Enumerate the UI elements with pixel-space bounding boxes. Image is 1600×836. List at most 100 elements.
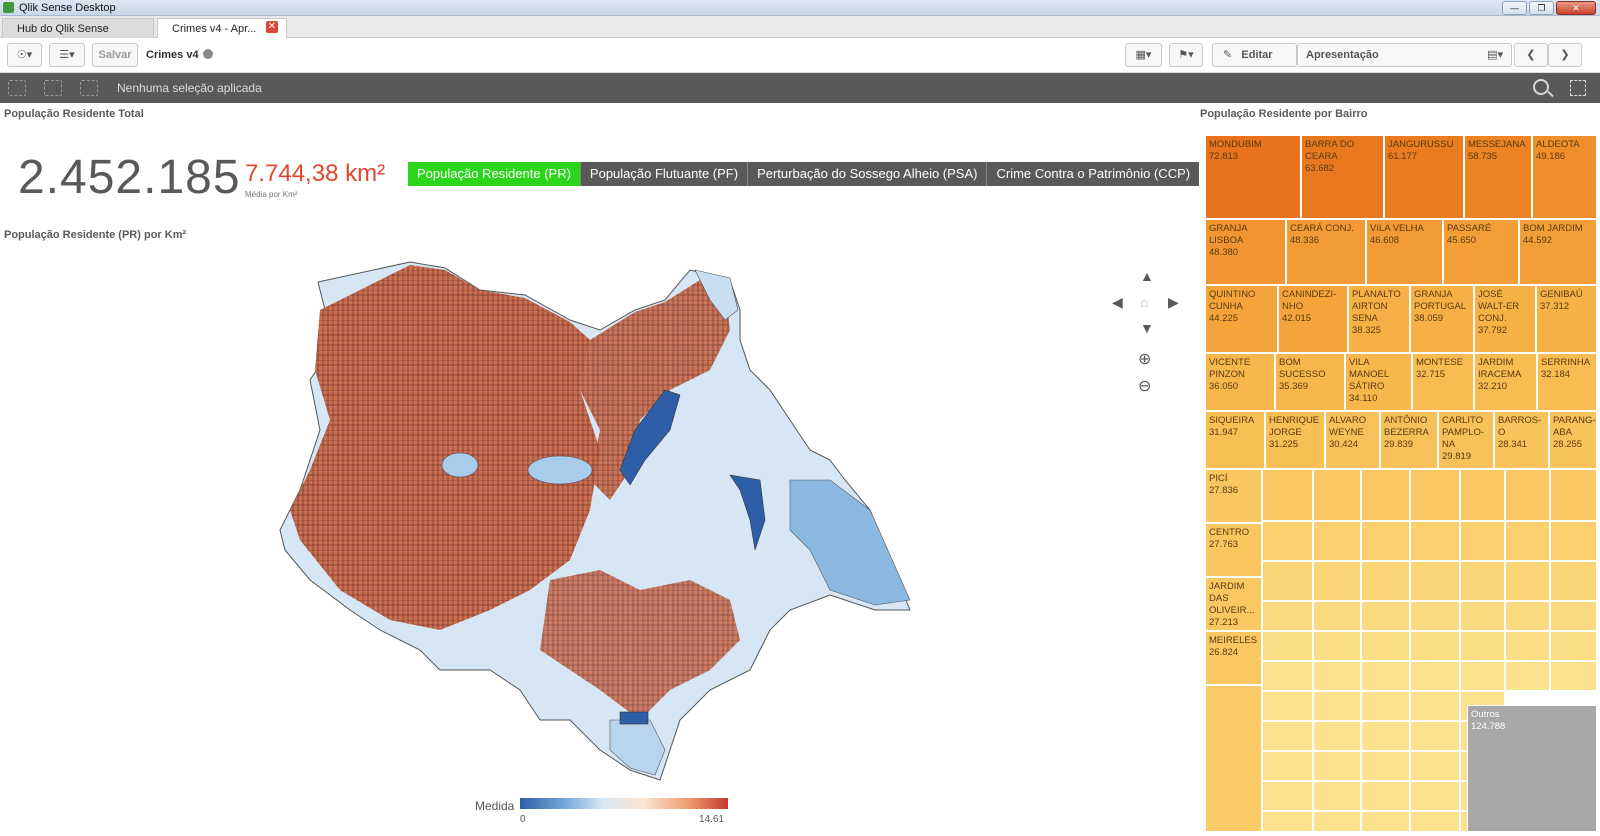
- treemap-cell-unlabeled[interactable]: [1361, 721, 1410, 751]
- treemap-cell-unlabeled[interactable]: [1505, 631, 1550, 661]
- step-forward-icon[interactable]: [44, 80, 62, 96]
- treemap-cell[interactable]: VILA VELHA 46.608: [1366, 219, 1443, 285]
- zoom-out-icon[interactable]: ⊖: [1138, 376, 1151, 396]
- treemap-cell-unlabeled[interactable]: [1410, 469, 1460, 521]
- previous-sheet-button[interactable]: ❮: [1514, 43, 1548, 67]
- treemap-cell-unlabeled[interactable]: [1410, 781, 1460, 811]
- story-button[interactable]: ▦▾: [1125, 43, 1162, 67]
- treemap-cell-unlabeled[interactable]: [1460, 521, 1505, 561]
- treemap-cell-unlabeled[interactable]: [1361, 631, 1410, 661]
- treemap-cell[interactable]: PLANALTO AIRTON SENA 38.325: [1348, 285, 1410, 353]
- treemap-cell-unlabeled[interactable]: [1262, 751, 1313, 781]
- treemap-cell[interactable]: GRANJA LISBOA 48.380: [1205, 219, 1286, 285]
- treemap-cell-unlabeled[interactable]: [1262, 601, 1313, 631]
- pan-up-icon[interactable]: ▲: [1140, 268, 1154, 284]
- treemap-cell[interactable]: MONDUBIM 72.813: [1205, 135, 1301, 219]
- treemap-cell[interactable]: QUINTINO CUNHA 44.225: [1205, 285, 1278, 353]
- treemap-cell[interactable]: GENIBAÚ 37.312: [1536, 285, 1597, 353]
- presentation-sheet-selector[interactable]: Apresentação ▤▾: [1297, 43, 1512, 67]
- treemap-cell-unlabeled[interactable]: [1262, 561, 1313, 601]
- global-menu-button[interactable]: ☰▾: [49, 43, 85, 67]
- treemap-cell-unlabeled[interactable]: [1361, 691, 1410, 721]
- treemap-cell-unlabeled[interactable]: [1460, 469, 1505, 521]
- treemap-cell-unlabeled[interactable]: [1361, 601, 1410, 631]
- treemap-cell-unlabeled[interactable]: [1505, 601, 1550, 631]
- button-perturbacao[interactable]: Perturbação do Sossego Alheio (PSA): [748, 162, 988, 186]
- treemap-cell[interactable]: SIQUEIRA 31.947: [1205, 411, 1265, 469]
- treemap-cell[interactable]: SERRINHA 32.184: [1537, 353, 1597, 411]
- treemap-cell-unlabeled[interactable]: [1410, 561, 1460, 601]
- treemap-cell[interactable]: MEIRELES 26.824: [1205, 631, 1262, 685]
- treemap-cell[interactable]: MESSEJANA 58.735: [1464, 135, 1532, 219]
- treemap-cell[interactable]: JARDIM DAS OLIVEIR... 27.213: [1205, 577, 1262, 631]
- treemap-cell-unlabeled[interactable]: [1313, 469, 1361, 521]
- home-icon[interactable]: ⌂: [1140, 294, 1148, 310]
- treemap-cell-unlabeled[interactable]: [1505, 469, 1550, 521]
- treemap-cell-unlabeled[interactable]: [1460, 661, 1505, 691]
- treemap-cell-unlabeled[interactable]: [1410, 631, 1460, 661]
- treemap-cell[interactable]: PARANG-ABA 28.255: [1549, 411, 1597, 469]
- treemap-cell-unlabeled[interactable]: [1313, 781, 1361, 811]
- choropleth-map[interactable]: [270, 250, 940, 790]
- zoom-in-icon[interactable]: ⊕: [1138, 349, 1151, 369]
- treemap-cell-unlabeled[interactable]: [1505, 561, 1550, 601]
- treemap-cell-unlabeled[interactable]: [1460, 631, 1505, 661]
- treemap-cell-unlabeled[interactable]: [1361, 781, 1410, 811]
- treemap-cell-unlabeled[interactable]: [1262, 781, 1313, 811]
- treemap-cell-unlabeled[interactable]: [1550, 631, 1597, 661]
- treemap-cell[interactable]: MONTESE 32.715: [1412, 353, 1474, 411]
- treemap-cell[interactable]: BARROS-O 28.341: [1494, 411, 1549, 469]
- treemap-cell-unlabeled[interactable]: [1313, 561, 1361, 601]
- treemap-cell[interactable]: PASSARÉ 45.650: [1443, 219, 1519, 285]
- treemap-cell-unlabeled[interactable]: [1361, 751, 1410, 781]
- treemap-cell-unlabeled[interactable]: [1550, 661, 1597, 691]
- treemap-cell-unlabeled[interactable]: [1410, 691, 1460, 721]
- treemap-cell-unlabeled[interactable]: [1361, 811, 1410, 832]
- treemap-cell[interactable]: GRANJA PORTUGAL 38.059: [1410, 285, 1474, 353]
- treemap-cell-unlabeled[interactable]: [1361, 561, 1410, 601]
- treemap-cell-unlabeled[interactable]: [1410, 521, 1460, 561]
- treemap-cell-unlabeled[interactable]: [1262, 521, 1313, 561]
- treemap-cell-unlabeled[interactable]: [1361, 469, 1410, 521]
- treemap-cell-unlabeled[interactable]: [1313, 691, 1361, 721]
- next-sheet-button[interactable]: ❯: [1548, 43, 1582, 67]
- treemap-cell[interactable]: CARLITO PAMPLO-NA 29.819: [1438, 411, 1494, 469]
- treemap-cell-unlabeled[interactable]: [1460, 561, 1505, 601]
- treemap-cell-unlabeled[interactable]: [1550, 601, 1597, 631]
- treemap-cell-unlabeled[interactable]: [1361, 521, 1410, 561]
- treemap-cell[interactable]: BARRA DO CEARA 63.682: [1301, 135, 1384, 219]
- treemap-cell-unlabeled[interactable]: [1505, 521, 1550, 561]
- treemap-cell-unlabeled[interactable]: [1262, 811, 1313, 832]
- treemap-cell-unlabeled[interactable]: [1262, 631, 1313, 661]
- treemap-cell-unlabeled[interactable]: [1550, 561, 1597, 601]
- treemap-cell[interactable]: CEARÁ CONJ. 48.336: [1286, 219, 1366, 285]
- treemap-cell-unlabeled[interactable]: [1262, 469, 1313, 521]
- treemap-cell-unlabeled[interactable]: [1410, 721, 1460, 751]
- treemap-cell[interactable]: JARDIM IRACEMA 32.210: [1474, 353, 1537, 411]
- treemap-chart[interactable]: MONDUBIM 72.813 BARRA DO CEARA 63.682 JANGUR…: [1205, 135, 1597, 832]
- minimize-icon[interactable]: —: [1502, 1, 1527, 15]
- treemap-cell-unlabeled[interactable]: [1410, 661, 1460, 691]
- treemap-cell[interactable]: ANTÔNIO BEZERRA 29.839: [1380, 411, 1438, 469]
- treemap-cell-unlabeled[interactable]: [1313, 601, 1361, 631]
- treemap-cell-unlabeled[interactable]: [1313, 631, 1361, 661]
- treemap-cell-unlabeled[interactable]: [1262, 721, 1313, 751]
- button-population-flutuante[interactable]: População Flutuante (PF): [580, 162, 749, 186]
- treemap-cell-unlabeled[interactable]: [1410, 811, 1460, 832]
- treemap-cell-unlabeled[interactable]: [1262, 661, 1313, 691]
- pan-right-icon[interactable]: ▶: [1168, 294, 1179, 311]
- restore-icon[interactable]: ❐: [1529, 1, 1554, 15]
- treemap-cell-unlabeled[interactable]: [1313, 751, 1361, 781]
- bookmark-button[interactable]: ⚑▾: [1169, 43, 1203, 67]
- pan-left-icon[interactable]: ◀: [1112, 294, 1123, 311]
- treemap-cell[interactable]: Outros 124.788: [1467, 705, 1597, 832]
- clear-selections-icon[interactable]: [80, 80, 98, 96]
- treemap-cell-unlabeled[interactable]: [1410, 601, 1460, 631]
- treemap-cell[interactable]: JOSÉ WALT-ER CONJ. 37.792: [1474, 285, 1536, 353]
- treemap-cell-unlabeled[interactable]: [1460, 601, 1505, 631]
- treemap-cell-unlabeled[interactable]: [1205, 685, 1262, 832]
- treemap-cell[interactable]: CENTRO 27.763: [1205, 523, 1262, 577]
- selections-tool-icon[interactable]: [1570, 80, 1586, 96]
- button-crime-patrimonio[interactable]: Crime Contra o Patrimônio (CCP): [987, 162, 1200, 186]
- treemap-cell-unlabeled[interactable]: [1313, 811, 1361, 832]
